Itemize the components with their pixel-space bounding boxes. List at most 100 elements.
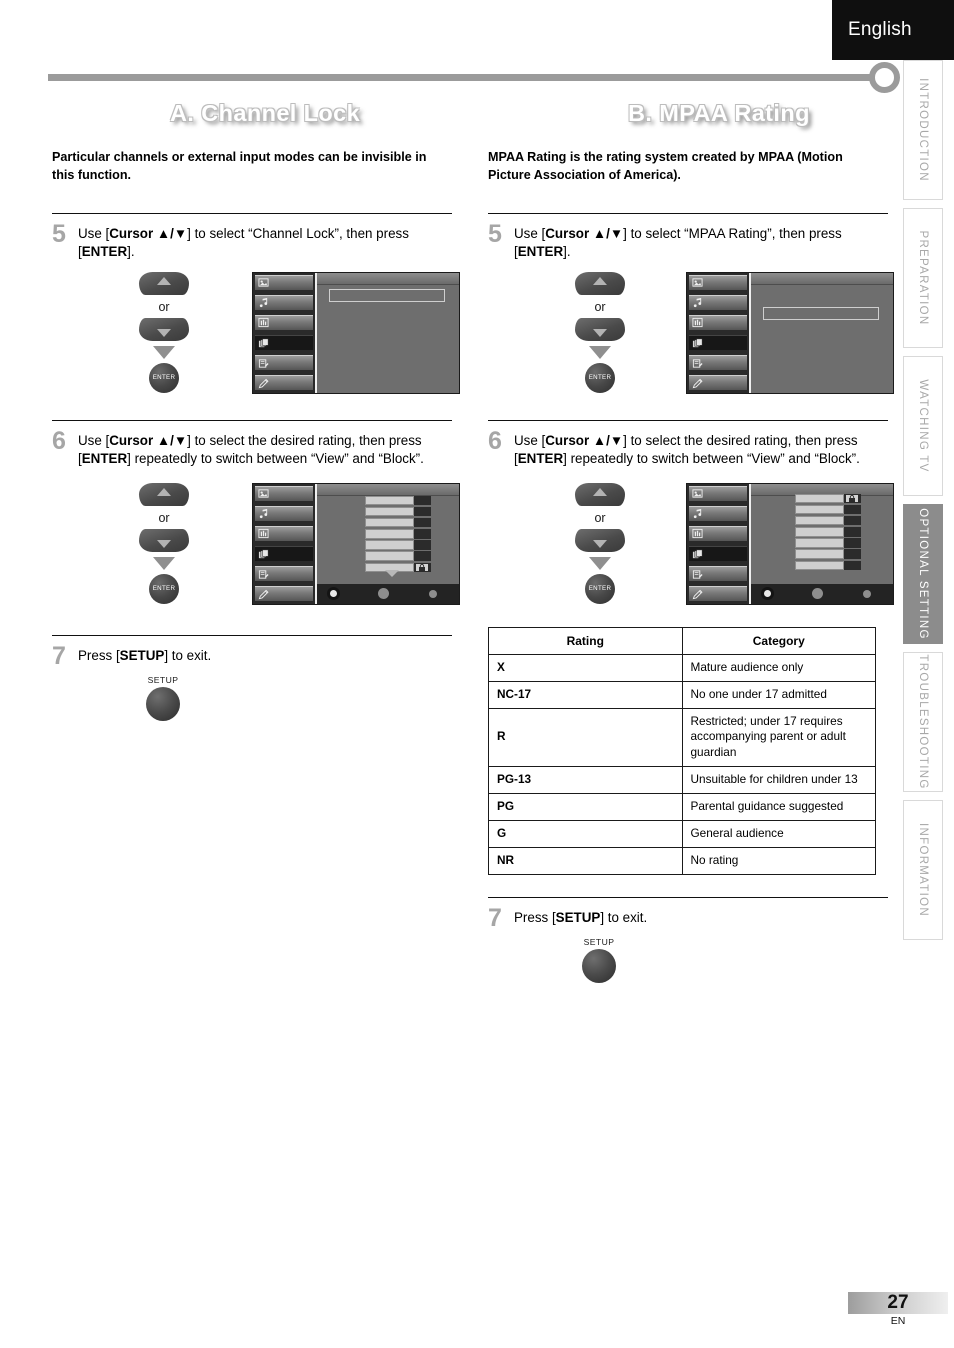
folders-icon — [692, 549, 703, 558]
step-text: Press [SETUP] to exit. — [78, 647, 212, 663]
osd-rating-row — [795, 527, 861, 537]
osd-icon-edit — [255, 586, 313, 602]
step-6-illustration: or ENTER — [52, 482, 460, 613]
section-heading: A. Channel Lock — [52, 100, 452, 136]
step-7: 7 Press [SETUP] to exit. SETUP — [488, 896, 888, 983]
document-edit-icon — [258, 359, 269, 368]
rail-tab-troubleshooting[interactable]: TROUBLESHOOTING — [903, 652, 943, 792]
cursor-down-button-icon — [575, 317, 625, 341]
osd-icon-sound — [689, 294, 747, 310]
osd-icon-channel — [255, 525, 313, 541]
osd-screen-mpaa-rating-list — [686, 482, 894, 605]
step-5-illustration: or ENTER — [52, 271, 460, 402]
osd-bottom-indicator-1 — [761, 587, 774, 600]
arrow-down-icon — [153, 556, 175, 570]
osd-screen-mpaa-menu — [686, 271, 894, 394]
equalizer-icon — [692, 318, 703, 328]
section-mpaa-rating: B. MPAA Rating MPAA Rating is the rating… — [488, 100, 894, 983]
osd-icon-sound — [255, 505, 313, 521]
setup-button-illustration: SETUP — [564, 937, 634, 983]
arrow-down-icon — [153, 345, 175, 359]
step-5: 5 Use [Cursor ▲/▼] to select “MPAA Ratin… — [488, 212, 894, 402]
rail-tab-introduction[interactable]: INTRODUCTION — [903, 60, 943, 200]
step-5: 5 Use [Cursor ▲/▼] to select “Channel Lo… — [52, 212, 460, 402]
lock-icon — [845, 493, 859, 503]
step-number: 7 — [488, 903, 502, 932]
section-description: Particular channels or external input mo… — [52, 150, 427, 183]
osd-rating-row-locked — [795, 493, 861, 504]
remote-cursor-group: or ENTER — [560, 271, 640, 393]
step-number: 5 — [52, 219, 66, 248]
page-number-bar: 27 — [848, 1292, 948, 1314]
rating-cell: X — [488, 653, 683, 682]
osd-icon-setup — [255, 355, 313, 371]
table-header-rating: Rating — [488, 626, 683, 655]
osd-icon-channel — [255, 314, 313, 330]
category-cell: No one under 17 admitted — [681, 680, 876, 709]
osd-rating-row — [795, 560, 861, 571]
step-text: Press [SETUP] to exit. — [514, 909, 648, 925]
table-row: PG-13 Unsuitable for children under 13 — [488, 766, 876, 795]
osd-titlebar — [751, 272, 893, 285]
document-edit-icon — [692, 570, 703, 579]
cursor-down-button-icon — [139, 528, 189, 552]
page-number: 27 — [887, 1292, 909, 1313]
cursor-down-button-icon — [575, 528, 625, 552]
step-7: 7 Press [SETUP] to exit. SETUP — [52, 634, 452, 721]
step-number: 7 — [52, 641, 66, 670]
category-cell: Unsuitable for children under 13 — [681, 766, 876, 795]
step-text: Use [Cursor ▲/▼] to select “Channel Lock… — [78, 225, 409, 260]
cursor-up-button-icon — [139, 271, 189, 295]
rail-tab-watching-tv[interactable]: WATCHING TV — [903, 356, 943, 496]
remote-cursor-group: or ENTER — [560, 482, 640, 604]
table-row: NR No rating — [488, 847, 876, 875]
equalizer-icon — [258, 529, 269, 539]
arrow-down-icon — [589, 345, 611, 359]
osd-rating-row — [795, 515, 861, 526]
category-cell: General audience — [681, 820, 876, 849]
osd-main-panel — [749, 483, 893, 604]
rail-tab-information[interactable]: INFORMATION — [903, 800, 943, 940]
arrow-down-icon — [589, 556, 611, 570]
osd-icon-setup — [689, 355, 747, 371]
music-note-icon — [693, 298, 702, 308]
or-label: or — [158, 510, 170, 525]
osd-icon-edit — [255, 375, 313, 391]
remote-cursor-group: or ENTER — [124, 482, 204, 604]
or-label: or — [594, 510, 606, 525]
osd-rating-rows — [795, 493, 861, 572]
section-rail: INTRODUCTION PREPARATION WATCHING TV OPT… — [903, 60, 945, 940]
step-number: 6 — [52, 426, 66, 455]
pencil-icon — [692, 378, 703, 389]
osd-icon-optional-selected — [255, 546, 313, 562]
enter-button-icon: ENTER — [585, 573, 615, 604]
language-code: EN — [890, 1315, 906, 1327]
section-heading: B. MPAA Rating — [488, 100, 888, 136]
table-body: X Mature audience only NC-17 No one unde… — [488, 653, 876, 875]
osd-sidebar — [253, 483, 315, 604]
setup-button-icon — [146, 686, 180, 721]
osd-bottom-indicator-3 — [863, 589, 871, 598]
category-cell: No rating — [681, 847, 876, 875]
osd-scroll-caret-icon — [385, 569, 399, 577]
osd-bottom-indicator-2 — [812, 588, 823, 599]
rating-cell: R — [488, 707, 683, 768]
document-edit-icon — [258, 570, 269, 579]
header-rule — [48, 74, 878, 81]
osd-icon-picture — [255, 274, 313, 290]
lock-icon — [415, 562, 429, 572]
step-text: Use [Cursor ▲/▼] to select the desired r… — [514, 432, 860, 467]
rating-cell: NC-17 — [488, 680, 683, 709]
picture-icon — [692, 489, 703, 498]
rail-tab-optional-setting[interactable]: OPTIONAL SETTING — [903, 504, 943, 644]
rail-tab-label: WATCHING TV — [917, 379, 929, 473]
pencil-icon — [258, 378, 269, 389]
step-5-illustration: or ENTER — [488, 271, 894, 402]
category-cell: Parental guidance suggested — [681, 793, 876, 822]
osd-bottom-indicator-2 — [378, 588, 389, 599]
step-6: 6 Use [Cursor ▲/▼] to select the desired… — [488, 419, 894, 613]
osd-bottom-indicator-1 — [327, 587, 340, 600]
enter-button-icon: ENTER — [585, 362, 615, 393]
equalizer-icon — [692, 529, 703, 539]
rail-tab-preparation[interactable]: PREPARATION — [903, 208, 943, 348]
